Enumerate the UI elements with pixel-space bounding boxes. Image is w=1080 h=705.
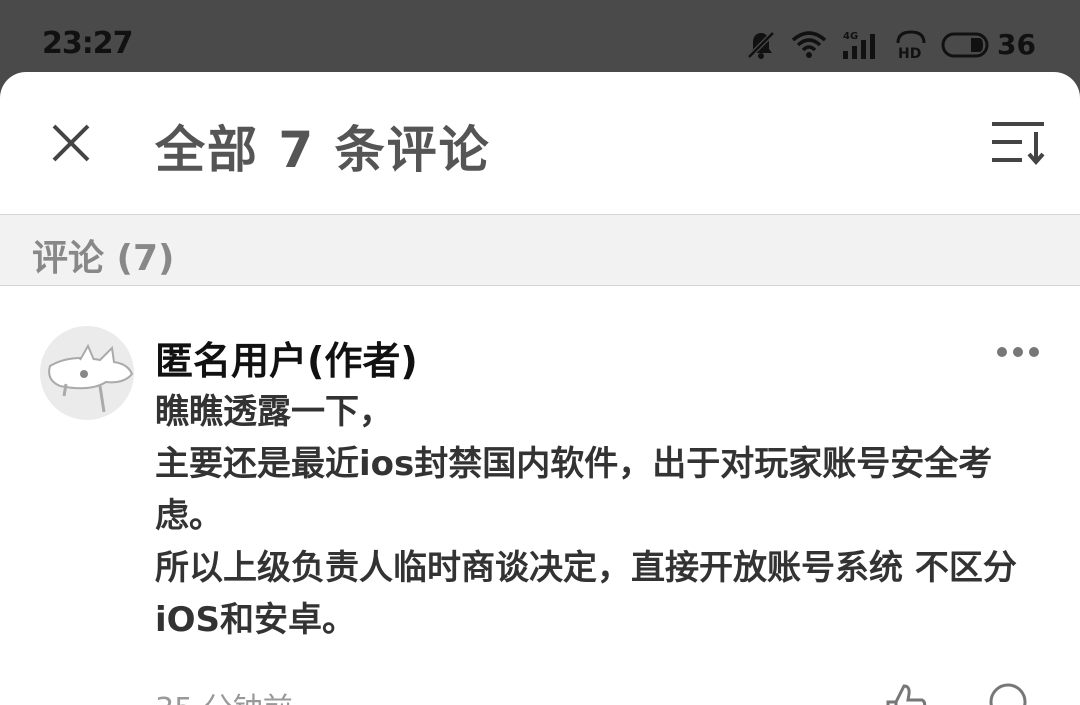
battery-icon (941, 32, 991, 58)
thumbs-up-icon (886, 684, 927, 705)
sheet-header: 全部 7 条评论 (0, 72, 1080, 215)
comments-sheet: 全部 7 条评论 评论 (7) 匿名用户(作者) 瞧瞧透露一下， 主要还是最近i… (0, 72, 1080, 705)
comment-author[interactable]: 匿名用户(作者) (155, 330, 418, 385)
like-button[interactable] (884, 682, 928, 705)
battery-level: 36 (997, 28, 1036, 61)
signal-4g-icon: 4G (841, 29, 881, 61)
sort-icon (992, 122, 1045, 166)
more-icon (997, 347, 1039, 357)
mute-bell-icon (745, 29, 777, 61)
reply-button[interactable] (986, 682, 1030, 705)
comment-item: 匿名用户(作者) 瞧瞧透露一下， 主要还是最近ios封禁国内软件，出于对玩家账号… (0, 286, 1080, 705)
svg-text:HD: HD (898, 46, 921, 61)
status-bar: 23:27 4G HD 36 (0, 0, 1080, 78)
comment-bubble-icon (989, 683, 1027, 705)
comment-line: 所以上级负责人临时商谈决定，直接开放账号系统 不区分iOS和安卓。 (155, 548, 1017, 640)
close-icon (52, 124, 90, 162)
sort-button[interactable] (990, 118, 1046, 166)
section-bar: 评论 (7) (0, 215, 1080, 286)
status-time: 23:27 (42, 26, 133, 61)
section-label: 评论 (7) (32, 238, 175, 279)
avatar[interactable] (40, 326, 134, 420)
wifi-icon (791, 30, 827, 60)
close-button[interactable] (48, 120, 94, 166)
anonymous-avatar-icon (48, 343, 134, 413)
more-options-button[interactable] (996, 344, 1040, 358)
status-icons: 4G HD 36 (745, 28, 1036, 61)
comment-timestamp: 35 分钟前 (155, 684, 293, 705)
comment-body: 瞧瞧透露一下， 主要还是最近ios封禁国内软件，出于对玩家账号安全考虑。 所以上… (155, 386, 1045, 646)
comment-line: 瞧瞧透露一下， (155, 392, 393, 432)
svg-text:4G: 4G (843, 31, 858, 42)
comment-line: 主要还是最近ios封禁国内软件，出于对玩家账号安全考虑。 (155, 444, 993, 536)
hd-icon: HD (895, 29, 927, 61)
page-title: 全部 7 条评论 (155, 121, 491, 179)
